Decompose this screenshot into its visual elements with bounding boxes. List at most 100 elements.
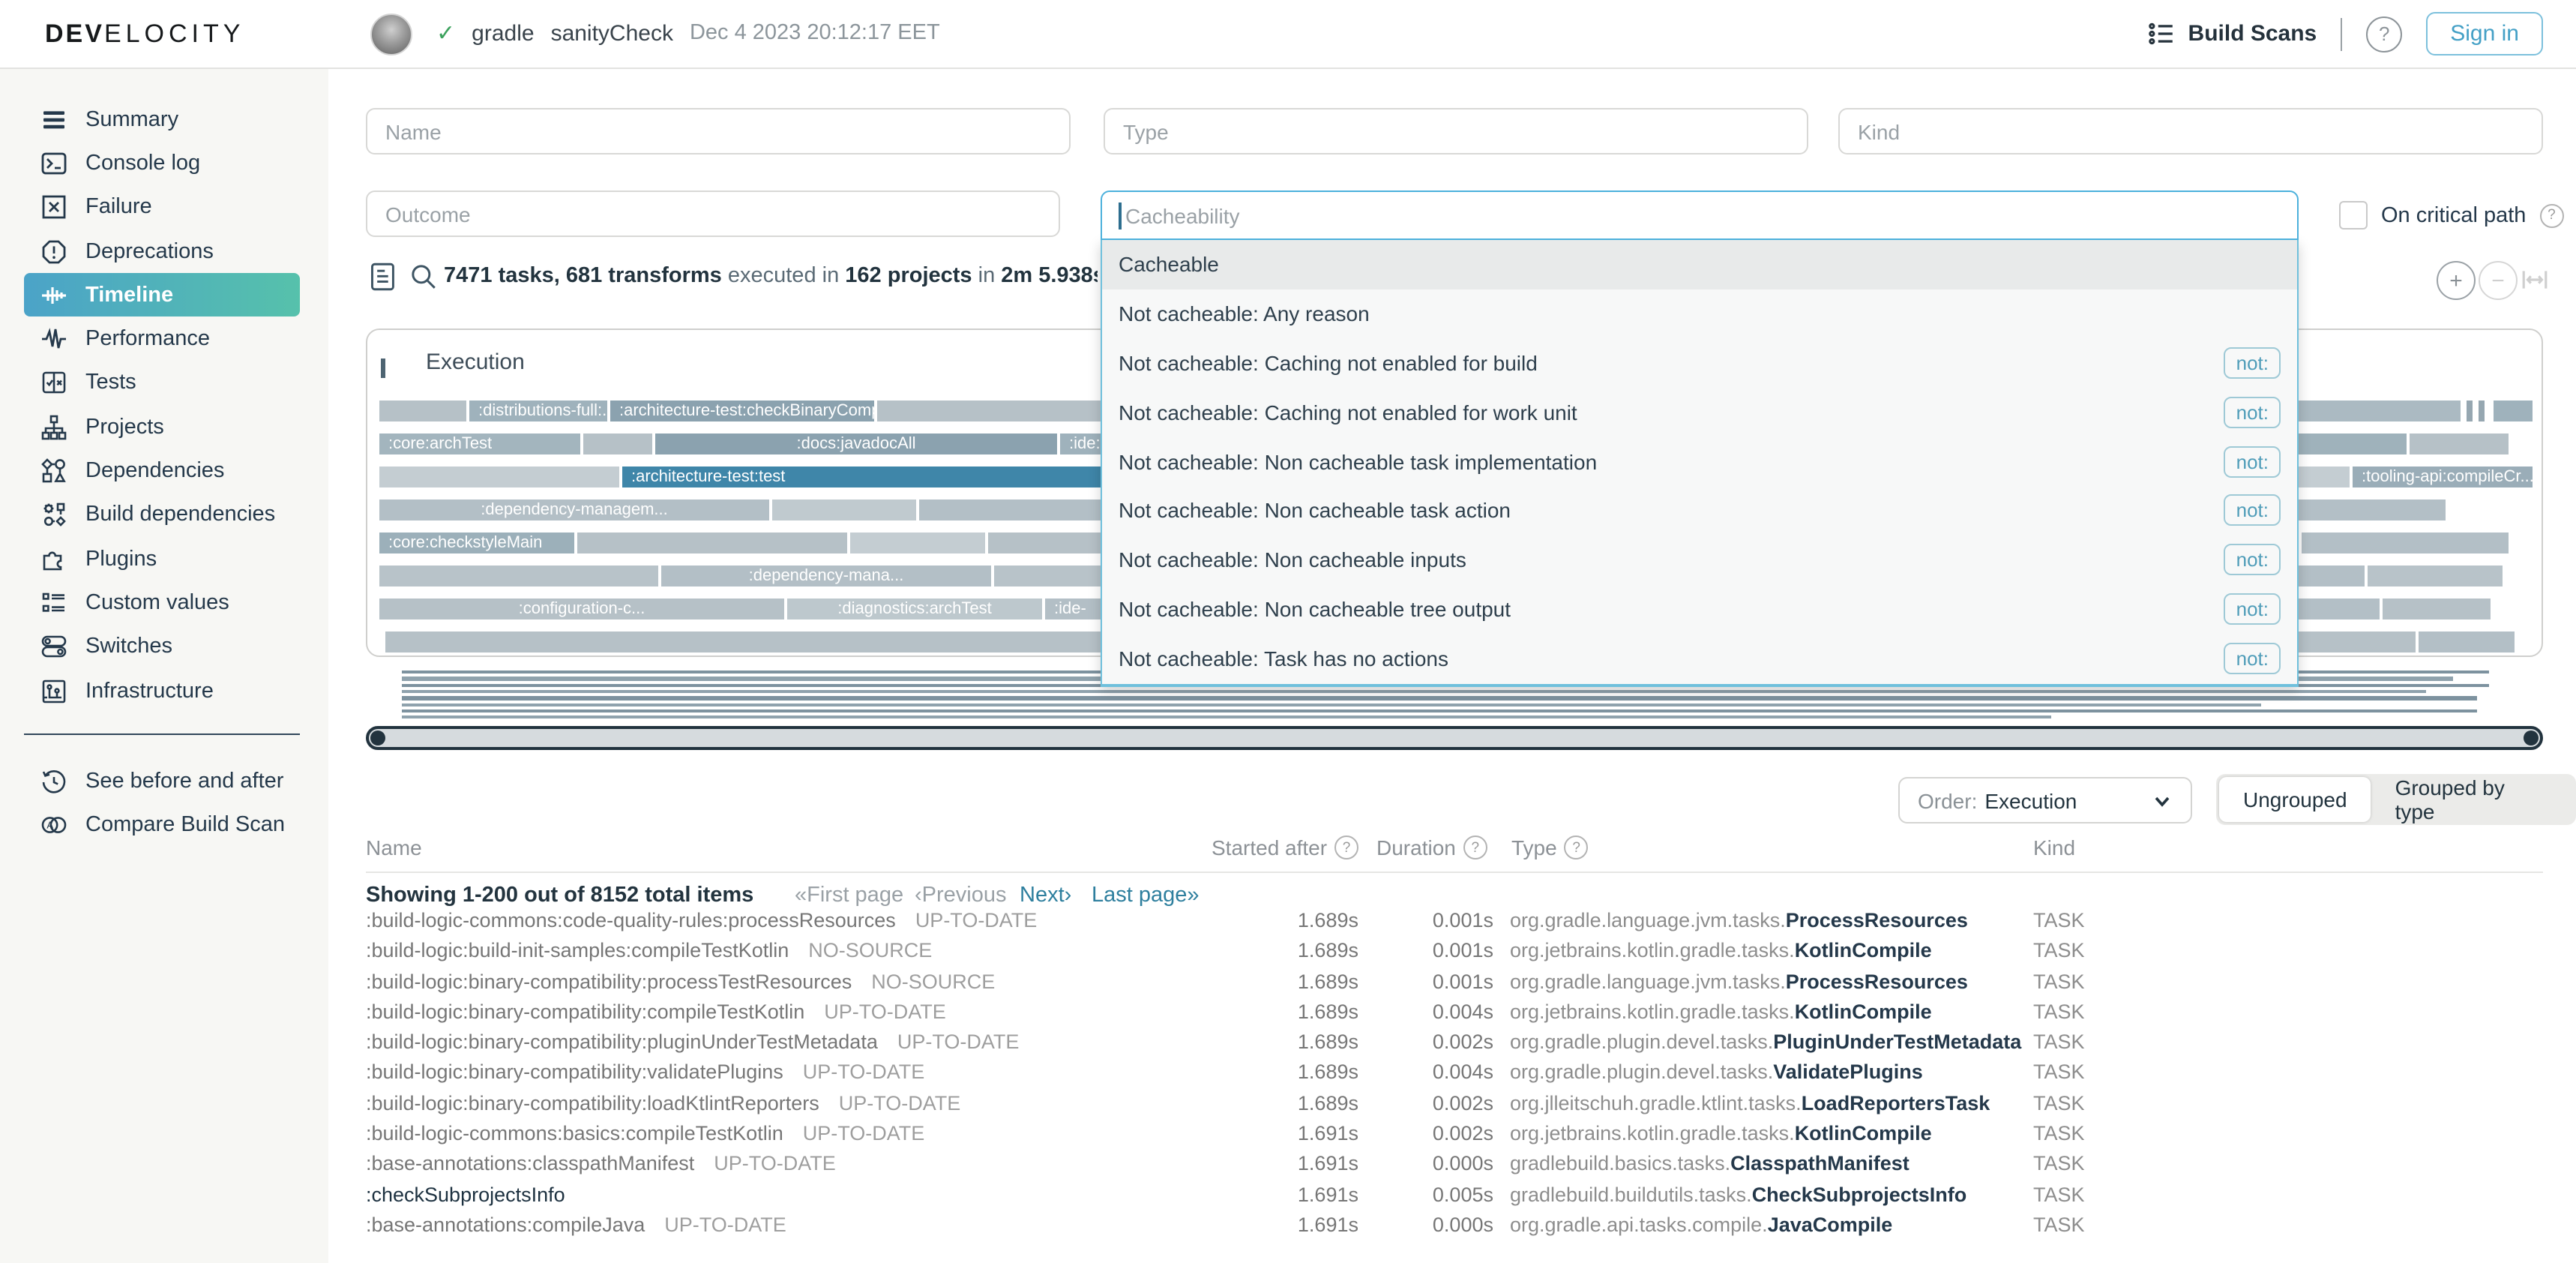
not-filter-button[interactable]: not:	[2224, 397, 2281, 428]
timeline-bar[interactable]	[2419, 632, 2515, 652]
timeline-bar[interactable]	[2467, 400, 2473, 422]
column-kind[interactable]: Kind	[2033, 836, 2075, 860]
zoom-out-button[interactable]: −	[2479, 261, 2518, 300]
sidebar-item-deprecations[interactable]: Deprecations	[24, 230, 300, 274]
ungrouped-button[interactable]: Ungrouped	[2219, 777, 2371, 822]
not-filter-button[interactable]: not:	[2224, 593, 2281, 625]
timeline-bar-docs-javadocall[interactable]: :docs:javadocAll	[655, 434, 1057, 454]
timeline-bar[interactable]	[2410, 434, 2509, 454]
table-row[interactable]: :build-logic:binary-compatibility:loadKt…	[366, 1092, 2543, 1123]
task-name[interactable]: :build-logic-commons:code-quality-rules:…	[366, 909, 1037, 932]
sidebar-item-compare-build-scan[interactable]: ACompare Build Scan	[24, 803, 300, 848]
task-name[interactable]: :build-logic:binary-compatibility:loadKt…	[366, 1092, 960, 1114]
sidebar-item-projects[interactable]: Projects	[24, 405, 300, 449]
zoom-fit-button[interactable]	[2521, 266, 2549, 294]
cacheability-filter-input[interactable]: Cacheability	[1101, 190, 2299, 240]
dropdown-option-not-cacheable-task-has-no-actions[interactable]: Not cacheable: Task has no actionsnot:	[1102, 634, 2297, 683]
column-type[interactable]: Type?	[1511, 836, 1589, 860]
dropdown-option-not-cacheable-any-reason[interactable]: Not cacheable: Any reason	[1102, 290, 2297, 339]
search-icon[interactable]	[409, 262, 438, 291]
timeline-bar[interactable]	[2296, 500, 2446, 520]
task-name[interactable]: :build-logic:binary-compatibility:plugin…	[366, 1030, 1019, 1053]
timeline-bar[interactable]	[2302, 532, 2509, 554]
next-page-link[interactable]: Next›	[1020, 884, 1071, 908]
scan-note-icon[interactable]	[370, 262, 396, 291]
timeline-bar-tooling-api-compilecr[interactable]: :tooling-api:compileCr...	[2353, 466, 2533, 488]
critical-path-help-icon[interactable]: ?	[2539, 203, 2563, 227]
dropdown-option-not-cacheable-caching-not-enabled-for-work-unit[interactable]: Not cacheable: Caching not enabled for w…	[1102, 388, 2297, 437]
timeline-bar[interactable]	[379, 466, 619, 488]
timeline-bar[interactable]	[2293, 566, 2365, 586]
timeline-bar[interactable]	[583, 434, 652, 454]
scrollbar-right-handle[interactable]	[2524, 730, 2539, 746]
task-name[interactable]: :base-annotations:classpathManifestUP-TO…	[366, 1153, 836, 1175]
sidebar-item-failure[interactable]: Failure	[24, 185, 300, 230]
timeline-bar[interactable]	[2293, 434, 2407, 454]
timeline-bar-dependency-mana[interactable]: :dependency-mana...	[661, 566, 991, 586]
task-name[interactable]: :build-logic:binary-compatibility:compil…	[366, 1000, 946, 1023]
sidebar-item-summary[interactable]: Summary	[24, 98, 300, 142]
outcome-filter-input[interactable]	[366, 190, 1060, 237]
not-filter-button[interactable]: not:	[2224, 643, 2281, 674]
dropdown-option-not-cacheable-non-cacheable-inputs[interactable]: Not cacheable: Non cacheable inputsnot:	[1102, 536, 2297, 585]
task-name[interactable]: :build-logic-commons:basics:compileTestK…	[366, 1122, 924, 1144]
column-duration[interactable]: Duration?	[1376, 836, 1487, 860]
not-filter-button[interactable]: not:	[2224, 347, 2281, 379]
table-row[interactable]: :build-logic-commons:code-quality-rules:…	[366, 909, 2543, 940]
timeline-bar[interactable]	[850, 532, 985, 554]
zoom-in-button[interactable]: +	[2437, 261, 2476, 300]
timeline-bar[interactable]	[2479, 400, 2485, 422]
last-page-link[interactable]: Last page»	[1092, 884, 1200, 908]
sidebar-item-switches[interactable]: Switches	[24, 625, 300, 669]
task-name[interactable]: :build-logic:binary-compatibility:proces…	[366, 970, 995, 992]
sidebar-item-build-dependencies[interactable]: Build dependencies	[24, 493, 300, 537]
timeline-bar[interactable]	[772, 500, 916, 520]
table-row[interactable]: :build-logic:binary-compatibility:compil…	[366, 1000, 2543, 1031]
table-row[interactable]: :build-logic:binary-compatibility:valida…	[366, 1061, 2543, 1092]
grouped-by-type-button[interactable]: Grouped by type	[2371, 777, 2573, 822]
task-name[interactable]: :build-logic:build-init-samples:compileT…	[366, 940, 932, 962]
timeline-bar-configuration-c[interactable]: :configuration-c...	[379, 598, 784, 620]
develocity-logo[interactable]: DEVELOCITY	[45, 20, 244, 50]
table-row[interactable]: :build-logic:binary-compatibility:proces…	[366, 970, 2543, 1000]
timeline-bar-core-checkstylemain[interactable]: :core:checkstyleMain	[379, 532, 574, 554]
not-filter-button[interactable]: not:	[2224, 446, 2281, 477]
timeline-bar[interactable]	[2494, 400, 2533, 422]
help-icon[interactable]: ?	[2366, 16, 2402, 52]
sidebar-item-custom-values[interactable]: Custom values	[24, 581, 300, 626]
sidebar-item-performance[interactable]: Performance	[24, 317, 300, 362]
timeline-bar[interactable]	[379, 566, 658, 586]
table-row[interactable]: :build-logic:build-init-samples:compileT…	[366, 940, 2543, 970]
table-row[interactable]: :base-annotations:classpathManifestUP-TO…	[366, 1153, 2543, 1184]
dropdown-option-not-cacheable-non-cacheable-tree-output[interactable]: Not cacheable: Non cacheable tree output…	[1102, 584, 2297, 634]
dropdown-option-cacheable[interactable]: Cacheable	[1102, 240, 2297, 290]
column-name[interactable]: Name	[366, 836, 422, 860]
scrollbar-left-handle[interactable]	[370, 730, 385, 746]
task-name[interactable]: :base-annotations:compileJavaUP-TO-DATE	[366, 1214, 786, 1236]
timeline-bar-diagnostics-archtest[interactable]: :diagnostics:archTest	[787, 598, 1042, 620]
name-filter-input[interactable]	[366, 108, 1071, 154]
table-row[interactable]: :base-annotations:compileJavaUP-TO-DATE1…	[366, 1214, 2543, 1244]
timeline-bar-architecture-test-checkbinarycompati[interactable]: :architecture-test:checkBinaryCompati...	[610, 400, 874, 422]
first-page-link[interactable]: «First page	[795, 884, 903, 908]
timeline-range-scrollbar[interactable]	[366, 726, 2543, 750]
table-row[interactable]: :build-logic:binary-compatibility:plugin…	[366, 1030, 2543, 1061]
sidebar-item-tests[interactable]: Tests	[24, 362, 300, 406]
sign-in-button[interactable]: Sign in	[2426, 12, 2543, 56]
timeline-bar[interactable]	[2296, 598, 2380, 620]
duration-help-icon[interactable]: ?	[1463, 836, 1487, 860]
column-started-after[interactable]: Started after?	[1212, 836, 1358, 860]
kind-filter-input[interactable]	[1838, 108, 2543, 154]
avatar[interactable]	[370, 14, 412, 56]
sidebar-item-infrastructure[interactable]: Infrastructure	[24, 669, 300, 713]
order-select[interactable]: Order: Execution	[1898, 777, 2192, 824]
table-row[interactable]: :build-logic-commons:basics:compileTestK…	[366, 1122, 2543, 1153]
timeline-bar[interactable]	[577, 532, 847, 554]
type-filter-input[interactable]	[1104, 108, 1808, 154]
sidebar-item-console-log[interactable]: Console log	[24, 142, 300, 186]
previous-page-link[interactable]: ‹Previous	[915, 884, 1007, 908]
task-name[interactable]: :build-logic:binary-compatibility:valida…	[366, 1061, 924, 1084]
timeline-bar[interactable]	[2368, 566, 2503, 586]
dropdown-option-not-cacheable-caching-not-enabled-for-build[interactable]: Not cacheable: Caching not enabled for b…	[1102, 338, 2297, 388]
sidebar-item-plugins[interactable]: Plugins	[24, 537, 300, 581]
